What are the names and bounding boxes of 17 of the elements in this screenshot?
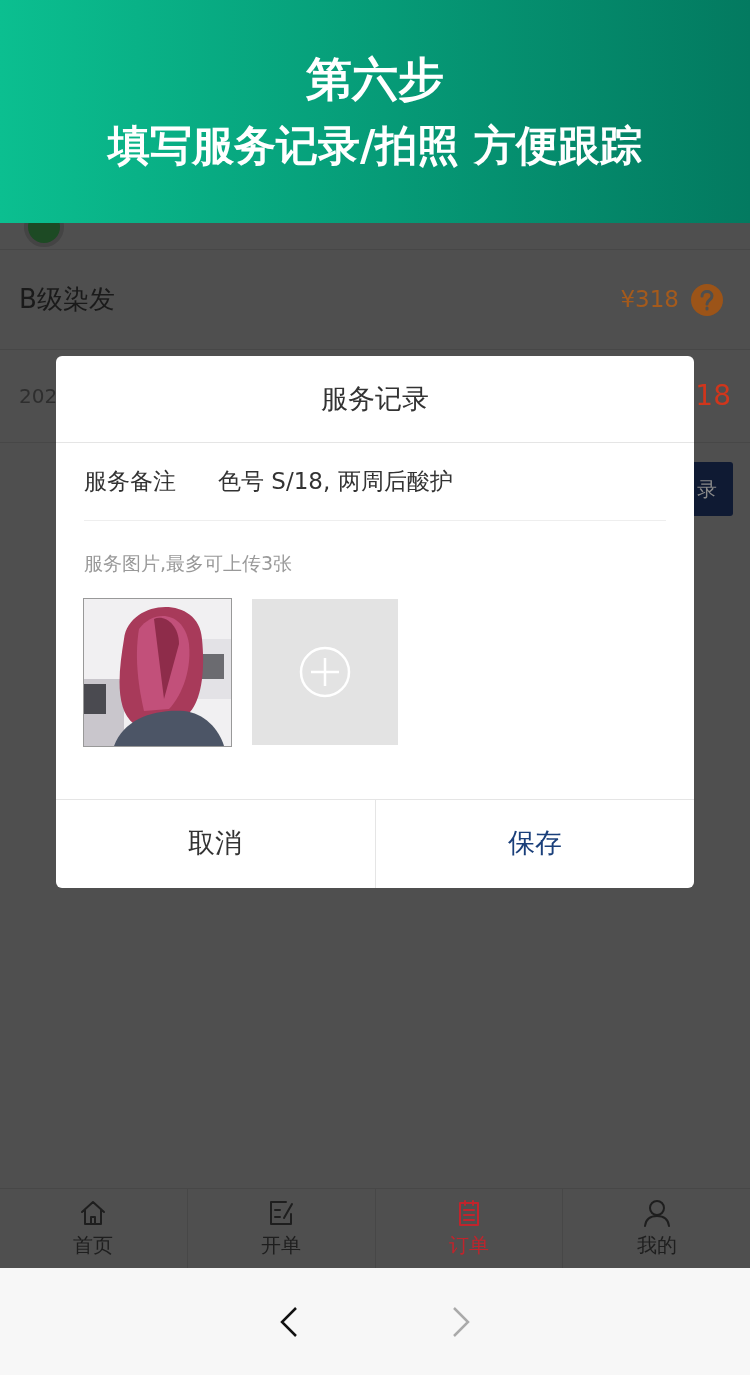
- order-total: 18: [695, 378, 731, 414]
- back-icon: [278, 1304, 300, 1339]
- add-photo-button[interactable]: [252, 599, 398, 745]
- plus-circle-icon: [299, 646, 351, 698]
- save-button[interactable]: 保存: [375, 799, 694, 888]
- note-field[interactable]: 色号 S/18, 两周后酸护: [218, 464, 453, 499]
- banner-subtitle: 填写服务记录/拍照 方便跟踪: [108, 120, 642, 172]
- user-icon: [641, 1197, 672, 1228]
- banner-title: 第六步: [306, 50, 444, 108]
- service-price: ¥318: [620, 285, 679, 315]
- dialog-title: 服务记录: [321, 381, 429, 416]
- forward-icon: [450, 1304, 472, 1339]
- help-icon: [691, 283, 723, 316]
- note-label: 服务备注: [84, 467, 176, 497]
- cancel-button[interactable]: 取消: [56, 799, 376, 888]
- back-button[interactable]: [278, 1304, 300, 1339]
- photos-hint: 服务图片,最多可上传3张: [84, 551, 294, 576]
